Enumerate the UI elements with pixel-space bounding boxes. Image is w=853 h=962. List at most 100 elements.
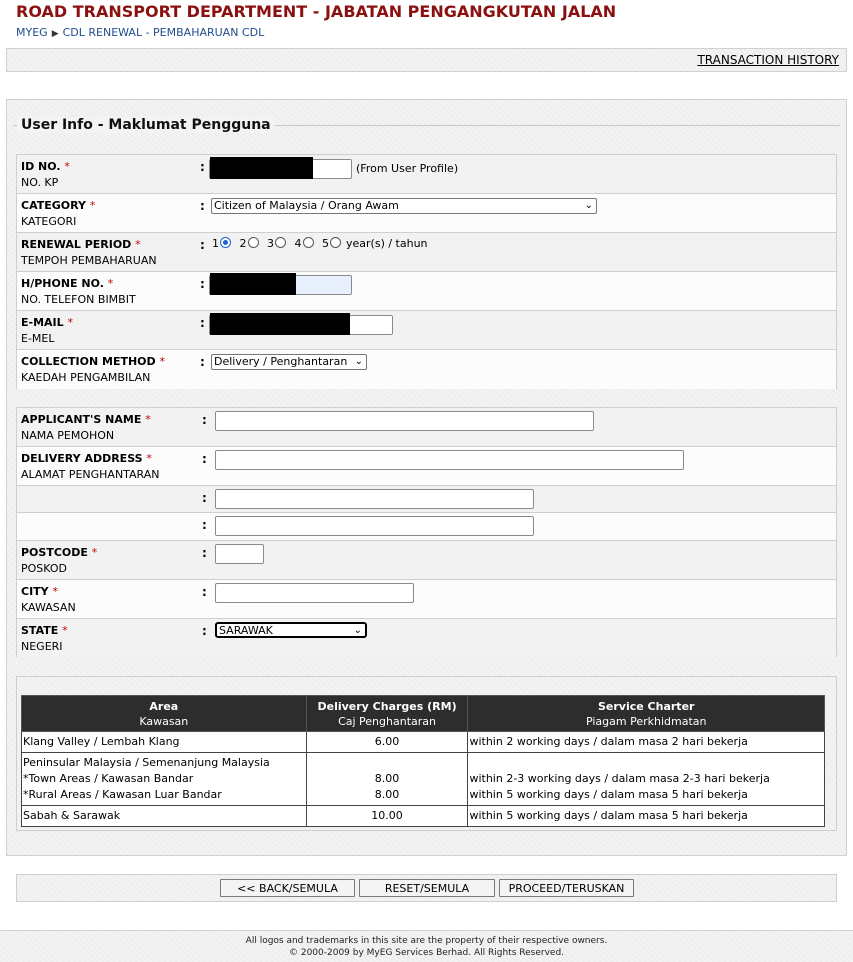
row-state: STATE * NEGERI : SARAWAK ⌄ xyxy=(17,618,836,657)
renewal-option-label: 3 xyxy=(267,237,274,250)
delivery-table: APPLICANT'S NAME * NAMA PEMOHON : DELIVER… xyxy=(16,407,837,657)
charge-cell: 6.00 xyxy=(305,731,469,753)
delivery-address-line1-input[interactable] xyxy=(215,450,684,470)
header-delivery-charges: Delivery Charges (RM) Caj Penghantaran xyxy=(305,695,469,732)
label-email: E-MAIL * xyxy=(21,316,73,329)
redacted-phone xyxy=(210,273,296,295)
delivery-address-line2-input[interactable] xyxy=(215,489,534,509)
sublabel-city: KAWASAN xyxy=(21,601,76,614)
breadcrumb-cdl-renewal-link[interactable]: CDL RENEWAL - PEMBAHARUAN CDL xyxy=(63,26,265,39)
renewal-radio-3[interactable] xyxy=(275,237,286,248)
breadcrumb: MYEG ▶ CDL RENEWAL - PEMBAHARUAN CDL xyxy=(16,26,264,39)
colon: : xyxy=(202,624,207,638)
renewal-radio-2[interactable] xyxy=(247,237,259,248)
postcode-input[interactable] xyxy=(215,544,264,564)
colon: : xyxy=(200,160,205,174)
area-cell: Klang Valley / Lembah Klang xyxy=(21,731,307,753)
row-delivery-address: DELIVERY ADDRESS * ALAMAT PENGHANTARAN : xyxy=(17,446,836,485)
row-email: E-MAIL * E-MEL : xyxy=(17,310,836,349)
label-city: CITY * xyxy=(21,585,58,598)
charge-cell: 10.00 xyxy=(305,805,469,827)
collection-method-select[interactable]: Delivery / Penghantaran ⌄ xyxy=(211,354,367,370)
delivery-charges-box: Area Kawasan Delivery Charges (RM) Caj Pen… xyxy=(16,676,837,831)
area-cell: Peninsular Malaysia / Semenanjung Malays… xyxy=(21,752,307,806)
chevron-down-icon: ⌄ xyxy=(353,625,362,636)
sublabel-delivery-address: ALAMAT PENGHANTARAN xyxy=(21,468,160,481)
charter-cell: within 5 working days / dalam masa 5 har… xyxy=(467,805,825,827)
charter-cell: within 2-3 working days / dalam masa 2-3… xyxy=(467,752,825,806)
renewal-option-label: 2 xyxy=(239,237,247,250)
colon: : xyxy=(200,238,205,252)
label-state: STATE * xyxy=(21,624,68,637)
chevron-down-icon: ⌄ xyxy=(354,356,363,367)
chevron-down-icon: ⌄ xyxy=(584,200,593,211)
charge-cell: 8.00 8.00 xyxy=(305,752,469,806)
row-renewal-period: RENEWAL PERIOD * TEMPOH PEMBAHARUAN : 1 2… xyxy=(17,232,836,271)
sublabel-id-no: NO. KP xyxy=(21,176,59,189)
header-area: Area Kawasan xyxy=(21,695,307,732)
transaction-history-bar: TRANSACTION HISTORY xyxy=(6,48,847,72)
delivery-address-line3-input[interactable] xyxy=(215,516,534,536)
table-row: Peninsular Malaysia / Semenanjung Malays… xyxy=(21,752,825,806)
renewal-period-radios: 1 2 3 4 5 year(s) / tahun xyxy=(212,237,428,250)
label-applicant-name: APPLICANT'S NAME * xyxy=(21,413,151,426)
label-id-no: ID NO. * xyxy=(21,160,70,173)
renewal-option-label: 1 xyxy=(212,237,219,250)
header-service-charter: Service Charter Piagam Perkhidmatan xyxy=(467,695,825,732)
row-address-line2: : xyxy=(17,485,836,512)
id-no-note: (From User Profile) xyxy=(356,162,459,175)
footer-trademark-note: All logos and trademarks in this site ar… xyxy=(245,936,608,946)
section-title: User Info - Maklumat Pengguna xyxy=(17,117,275,133)
renewal-radio-5[interactable] xyxy=(330,237,341,248)
row-applicant-name: APPLICANT'S NAME * NAMA PEMOHON : xyxy=(17,407,836,446)
label-postcode: POSTCODE * xyxy=(21,546,98,559)
sublabel-phone: NO. TELEFON BIMBIT xyxy=(21,293,136,306)
applicant-name-input[interactable] xyxy=(215,411,594,431)
breadcrumb-arrow-icon: ▶ xyxy=(51,29,59,39)
row-city: CITY * KAWASAN : xyxy=(17,579,836,618)
row-category: CATEGORY * KATEGORI : Citizen of Malaysia… xyxy=(17,193,836,232)
sublabel-category: KATEGORI xyxy=(21,215,77,228)
redacted-id xyxy=(210,157,313,179)
reset-button[interactable]: RESET/SEMULA xyxy=(359,879,495,897)
category-select[interactable]: Citizen of Malaysia / Orang Awam ⌄ xyxy=(211,198,597,214)
state-select[interactable]: SARAWAK ⌄ xyxy=(215,622,367,638)
back-button[interactable]: << BACK/SEMULA xyxy=(220,879,355,897)
label-collection-method: COLLECTION METHOD * xyxy=(21,355,166,368)
delivery-charges-table: Area Kawasan Delivery Charges (RM) Caj Pen… xyxy=(21,695,825,827)
footer-copyright: © 2000-2009 by MyEG Services Berhad. All… xyxy=(288,948,565,958)
sublabel-collection-method: KAEDAH PENGAMBILAN xyxy=(21,371,151,384)
sublabel-state: NEGERI xyxy=(21,640,63,653)
label-renewal-period: RENEWAL PERIOD * xyxy=(21,238,141,251)
charges-header-row: Area Kawasan Delivery Charges (RM) Caj Pen… xyxy=(21,695,825,732)
colon: : xyxy=(202,413,207,427)
sublabel-applicant-name: NAMA PEMOHON xyxy=(21,429,115,442)
label-category: CATEGORY * xyxy=(21,199,96,212)
sublabel-email: E-MEL xyxy=(21,332,55,345)
colon: : xyxy=(200,316,205,330)
row-id-no: ID NO. * NO. KP : (From User Profile) xyxy=(17,154,836,193)
colon: : xyxy=(202,546,207,560)
colon: : xyxy=(200,277,205,291)
colon: : xyxy=(202,518,207,532)
table-row: Klang Valley / Lembah Klang 6.00 within … xyxy=(21,731,825,753)
city-input[interactable] xyxy=(215,583,414,603)
colon: : xyxy=(200,199,205,213)
label-delivery-address: DELIVERY ADDRESS * xyxy=(21,452,152,465)
row-address-line3: : xyxy=(17,512,836,540)
user-info-table: ID NO. * NO. KP : (From User Profile) CAT… xyxy=(16,154,837,389)
colon: : xyxy=(202,585,207,599)
row-phone: H/PHONE NO. * NO. TELEFON BIMBIT : xyxy=(17,271,836,310)
area-cell: Sabah & Sarawak xyxy=(21,805,307,827)
user-info-panel: User Info - Maklumat Pengguna ID NO. * NO… xyxy=(6,99,847,856)
breadcrumb-myeg-link[interactable]: MYEG xyxy=(16,26,48,39)
renewal-suffix: year(s) / tahun xyxy=(346,237,428,250)
renewal-radio-1[interactable] xyxy=(220,237,231,248)
table-row: Sabah & Sarawak 10.00 within 5 working d… xyxy=(21,805,825,827)
label-phone: H/PHONE NO. * xyxy=(21,277,114,290)
transaction-history-link[interactable]: TRANSACTION HISTORY xyxy=(697,53,839,67)
renewal-radio-4[interactable] xyxy=(302,237,314,248)
page-title: ROAD TRANSPORT DEPARTMENT - JABATAN PENG… xyxy=(16,2,617,21)
colon: : xyxy=(202,452,207,466)
proceed-button[interactable]: PROCEED/TERUSKAN xyxy=(499,879,634,897)
